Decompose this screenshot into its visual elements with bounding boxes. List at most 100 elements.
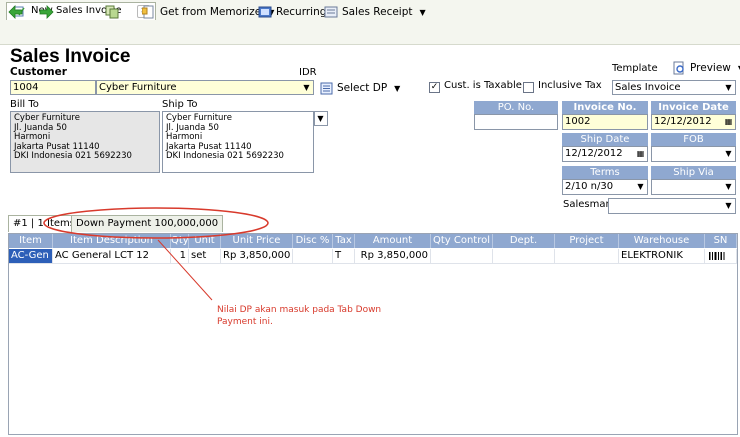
- toolbar: [0, 20, 740, 45]
- cell-unit-price[interactable]: Rp 3,850,000: [221, 249, 293, 263]
- col-header-qty-control[interactable]: Qty Control: [431, 234, 493, 248]
- cust-taxable-label: Cust. is Taxable: [444, 80, 522, 91]
- get-from-memorize-label: Get from Memorize: [160, 6, 262, 18]
- fob-select[interactable]: ▼: [651, 146, 736, 162]
- col-header-item[interactable]: Item: [9, 234, 53, 248]
- customer-code-field[interactable]: 1004: [10, 80, 96, 95]
- ship-via-header: Ship Via: [651, 166, 736, 179]
- back-arrow-icon[interactable]: [8, 4, 24, 20]
- col-header-disc[interactable]: Disc %: [293, 234, 333, 248]
- calendar-icon[interactable]: ▦: [634, 147, 647, 160]
- preview-button[interactable]: Preview ▼: [672, 59, 740, 77]
- template-value: Sales Invoice: [615, 82, 681, 93]
- customer-name-field[interactable]: Cyber Furniture ▼: [96, 80, 314, 95]
- terms-select[interactable]: 2/10 n/30 ▼: [562, 179, 648, 195]
- serial-number-icon: [709, 252, 725, 260]
- invoice-no-field[interactable]: 1002: [562, 114, 648, 130]
- terms-value: 2/10 n/30: [565, 181, 614, 192]
- select-dp-label: Select DP: [337, 82, 388, 94]
- template-label: Template: [612, 63, 658, 74]
- select-dp-button[interactable]: Select DP ▼: [320, 79, 400, 97]
- col-header-warehouse[interactable]: Warehouse: [619, 234, 705, 248]
- col-header-unit-price[interactable]: Unit Price: [221, 234, 293, 248]
- inclusive-tax-checkbox[interactable]: [523, 82, 534, 93]
- chevron-down-icon: ▼: [419, 7, 426, 17]
- cell-qty-control[interactable]: [431, 249, 493, 263]
- recurring-label: Recurring: [276, 6, 327, 18]
- copy-icon[interactable]: [104, 4, 120, 20]
- salesman-select[interactable]: ▼: [608, 198, 736, 214]
- cell-warehouse[interactable]: ELEKTRONIK: [619, 249, 705, 263]
- currency-label: IDR: [299, 67, 317, 78]
- memorize-icon: [142, 5, 154, 19]
- invoice-date-header: Invoice Date: [651, 101, 736, 114]
- ship-to-dropdown[interactable]: ▼: [314, 111, 328, 126]
- ship-date-field[interactable]: 12/12/2012 ▦: [562, 146, 648, 162]
- list-icon: [320, 82, 333, 94]
- recurring-button[interactable]: Recurring: [258, 3, 326, 21]
- ship-to-label: Ship To: [162, 99, 198, 110]
- ship-date-value: 12/12/2012: [565, 148, 623, 159]
- cell-item-description[interactable]: AC General LCT 12: [53, 249, 171, 263]
- row-divider: [9, 263, 737, 264]
- col-header-project[interactable]: Project: [555, 234, 619, 248]
- ship-via-select[interactable]: ▼: [651, 179, 736, 195]
- calendar-icon[interactable]: ▦: [722, 115, 735, 128]
- forward-arrow-icon[interactable]: [38, 4, 54, 20]
- get-from-memorize-button[interactable]: Get from Memorize ▼: [142, 3, 274, 21]
- chevron-down-icon: ▼: [394, 83, 401, 93]
- col-header-amount[interactable]: Amount: [355, 234, 431, 248]
- annotation-text: Nilai DP akan masuk pada Tab Down Paymen…: [217, 305, 382, 327]
- chevron-down-icon[interactable]: ▼: [722, 81, 735, 94]
- cell-project[interactable]: [555, 249, 619, 263]
- ship-date-header: Ship Date: [562, 133, 648, 146]
- chevron-down-icon[interactable]: ▼: [722, 180, 735, 193]
- col-header-unit[interactable]: Unit: [189, 234, 221, 248]
- chevron-down-icon[interactable]: ▼: [722, 199, 735, 212]
- cell-qty[interactable]: 1: [171, 249, 189, 263]
- template-select[interactable]: Sales Invoice ▼: [612, 80, 736, 95]
- po-no-header: PO. No.: [474, 101, 558, 114]
- fob-header: FOB: [651, 133, 736, 146]
- item-grid: Item Item Description Qty Unit Unit Pric…: [8, 233, 738, 435]
- preview-label: Preview: [690, 62, 731, 74]
- col-header-sn[interactable]: SN: [705, 234, 737, 248]
- col-header-tax[interactable]: Tax: [333, 234, 355, 248]
- cell-amount[interactable]: Rp 3,850,000: [355, 249, 431, 263]
- bill-to-address: Cyber Furniture Jl. Juanda 50 Harmoni Ja…: [10, 111, 160, 173]
- customer-name-value: Cyber Furniture: [99, 82, 177, 93]
- inclusive-tax-label: Inclusive Tax: [538, 80, 602, 91]
- chevron-down-icon: ▼: [317, 114, 324, 123]
- bill-to-label: Bill To: [10, 99, 39, 110]
- page-title: Sales Invoice: [10, 46, 131, 67]
- terms-header: Terms: [562, 166, 648, 179]
- invoice-no-header: Invoice No.: [562, 101, 648, 114]
- invoice-date-value: 12/12/2012: [654, 116, 712, 127]
- cust-taxable-checkbox[interactable]: ✓: [429, 82, 440, 93]
- chevron-down-icon[interactable]: ▼: [722, 147, 735, 160]
- tab-items[interactable]: #1 | 1 Items: [8, 215, 80, 232]
- cell-unit[interactable]: set: [189, 249, 221, 263]
- tab-down-payment[interactable]: Down Payment 100,000,000: [71, 215, 224, 232]
- preview-icon: [673, 61, 684, 75]
- cell-dept[interactable]: [493, 249, 555, 263]
- sales-receipt-label: Sales Receipt: [342, 6, 413, 18]
- recurring-icon: [258, 6, 272, 18]
- invoice-date-field[interactable]: 12/12/2012 ▦: [651, 114, 736, 130]
- cell-tax[interactable]: T: [333, 249, 355, 263]
- cell-sn[interactable]: [705, 249, 737, 263]
- document-tab[interactable]: New Sales Invoice ✕: [6, 2, 156, 20]
- salesman-label: Salesman: [563, 199, 612, 210]
- chevron-down-icon[interactable]: ▼: [300, 81, 313, 94]
- chevron-down-icon[interactable]: ▼: [634, 180, 647, 193]
- ship-to-address[interactable]: Cyber Furniture Jl. Juanda 50 Harmoni Ja…: [162, 111, 314, 173]
- sales-receipt-button[interactable]: Sales Receipt ▼: [324, 3, 426, 21]
- col-header-dept[interactable]: Dept.: [493, 234, 555, 248]
- customer-label: Customer: [10, 66, 67, 78]
- cell-item[interactable]: AC-Gen: [9, 249, 53, 263]
- col-header-qty[interactable]: Qty: [171, 234, 189, 248]
- cell-disc[interactable]: [293, 249, 333, 263]
- po-no-field[interactable]: [474, 114, 558, 130]
- sales-receipt-icon: [324, 6, 338, 18]
- col-header-item-description[interactable]: Item Description: [53, 234, 171, 248]
